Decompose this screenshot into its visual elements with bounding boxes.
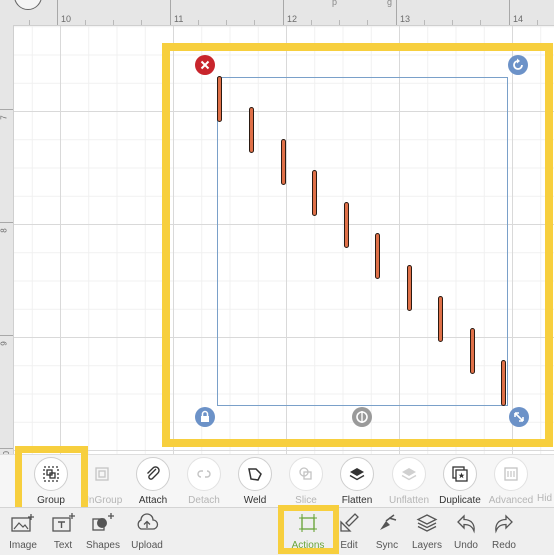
action-detach-button[interactable]: Detach <box>176 457 232 506</box>
group-highlight <box>15 446 88 514</box>
shape-segment[interactable] <box>407 265 412 311</box>
shape-segment[interactable] <box>217 76 222 122</box>
action-label: Unflatten <box>388 495 430 506</box>
top-menu-button[interactable] <box>14 0 42 10</box>
left-ruler: 7 8 9 10 <box>0 25 14 460</box>
action-label: Attach <box>138 495 168 506</box>
action-hide-button[interactable]: Hid <box>525 457 554 504</box>
actions-highlight <box>278 505 339 554</box>
duplicate-icon <box>452 466 468 482</box>
shape-segment[interactable] <box>501 360 506 406</box>
shape-segment[interactable] <box>438 296 443 342</box>
text-icon <box>52 513 75 532</box>
action-weld-button[interactable]: Weld <box>227 457 283 506</box>
nav-label: Upload <box>131 540 163 551</box>
shape-segment[interactable] <box>470 328 475 374</box>
action-label: Hid <box>537 493 553 504</box>
image-icon <box>11 514 34 532</box>
advanced-icon <box>504 467 518 481</box>
shapes-icon <box>92 513 114 531</box>
paperclip-icon <box>147 466 160 480</box>
close-icon[interactable] <box>195 55 215 75</box>
ruler-label: 12 <box>287 14 298 24</box>
ruler-label: 9 <box>0 341 9 346</box>
ungroup-icon <box>95 467 109 481</box>
shape-segment[interactable] <box>249 107 254 153</box>
bottom-nav: Image Text Shapes Upload Actions Edit Sy… <box>0 507 554 555</box>
edit-icon <box>340 513 359 532</box>
flip-icon[interactable] <box>352 407 372 427</box>
weld-icon <box>248 468 262 481</box>
redo-icon <box>495 514 513 534</box>
nav-shapes[interactable]: Shapes <box>80 512 126 551</box>
top-partial-text: p <box>332 0 338 7</box>
action-duplicate-button[interactable]: Duplicate <box>432 457 488 506</box>
ruler-label: 10 <box>61 14 72 24</box>
nav-upload[interactable]: Upload <box>124 512 170 551</box>
ruler-label: 13 <box>400 14 411 24</box>
undo-icon <box>457 514 475 534</box>
top-partial-text: g <box>387 0 393 7</box>
action-unflatten-button[interactable]: Unflatten <box>381 457 437 506</box>
shape-segment[interactable] <box>344 202 349 248</box>
ruler-label: 7 <box>0 115 9 120</box>
sync-icon <box>380 514 397 530</box>
unflatten-icon <box>401 468 417 481</box>
top-ruler: p g 10 11 12 13 14 <box>0 0 554 26</box>
shape-segment[interactable] <box>375 233 380 279</box>
slice-icon <box>299 467 312 480</box>
lock-icon[interactable] <box>195 407 215 427</box>
resize-icon[interactable] <box>509 407 529 427</box>
selection-box[interactable] <box>217 77 508 406</box>
shape-segment[interactable] <box>281 139 286 185</box>
nav-redo[interactable]: Redo <box>481 512 527 551</box>
upload-icon <box>137 513 159 530</box>
layers-icon <box>416 514 438 532</box>
ruler-label: 14 <box>513 14 524 24</box>
ruler-label: 11 <box>174 14 184 24</box>
action-label: Weld <box>243 495 267 506</box>
nav-label: Redo <box>492 540 516 551</box>
action-flatten-button[interactable]: Flatten <box>329 457 385 506</box>
action-slice-button[interactable]: Slice <box>278 457 334 506</box>
rotate-icon[interactable] <box>508 55 528 75</box>
nav-label: Shapes <box>86 540 120 551</box>
shape-segment[interactable] <box>312 170 317 216</box>
action-attach-button[interactable]: Attach <box>125 457 181 506</box>
flatten-icon <box>349 468 365 481</box>
action-label: Duplicate <box>439 495 481 506</box>
ruler-label: 8 <box>0 228 9 233</box>
action-label: Detach <box>188 495 220 506</box>
detach-icon <box>197 470 211 478</box>
